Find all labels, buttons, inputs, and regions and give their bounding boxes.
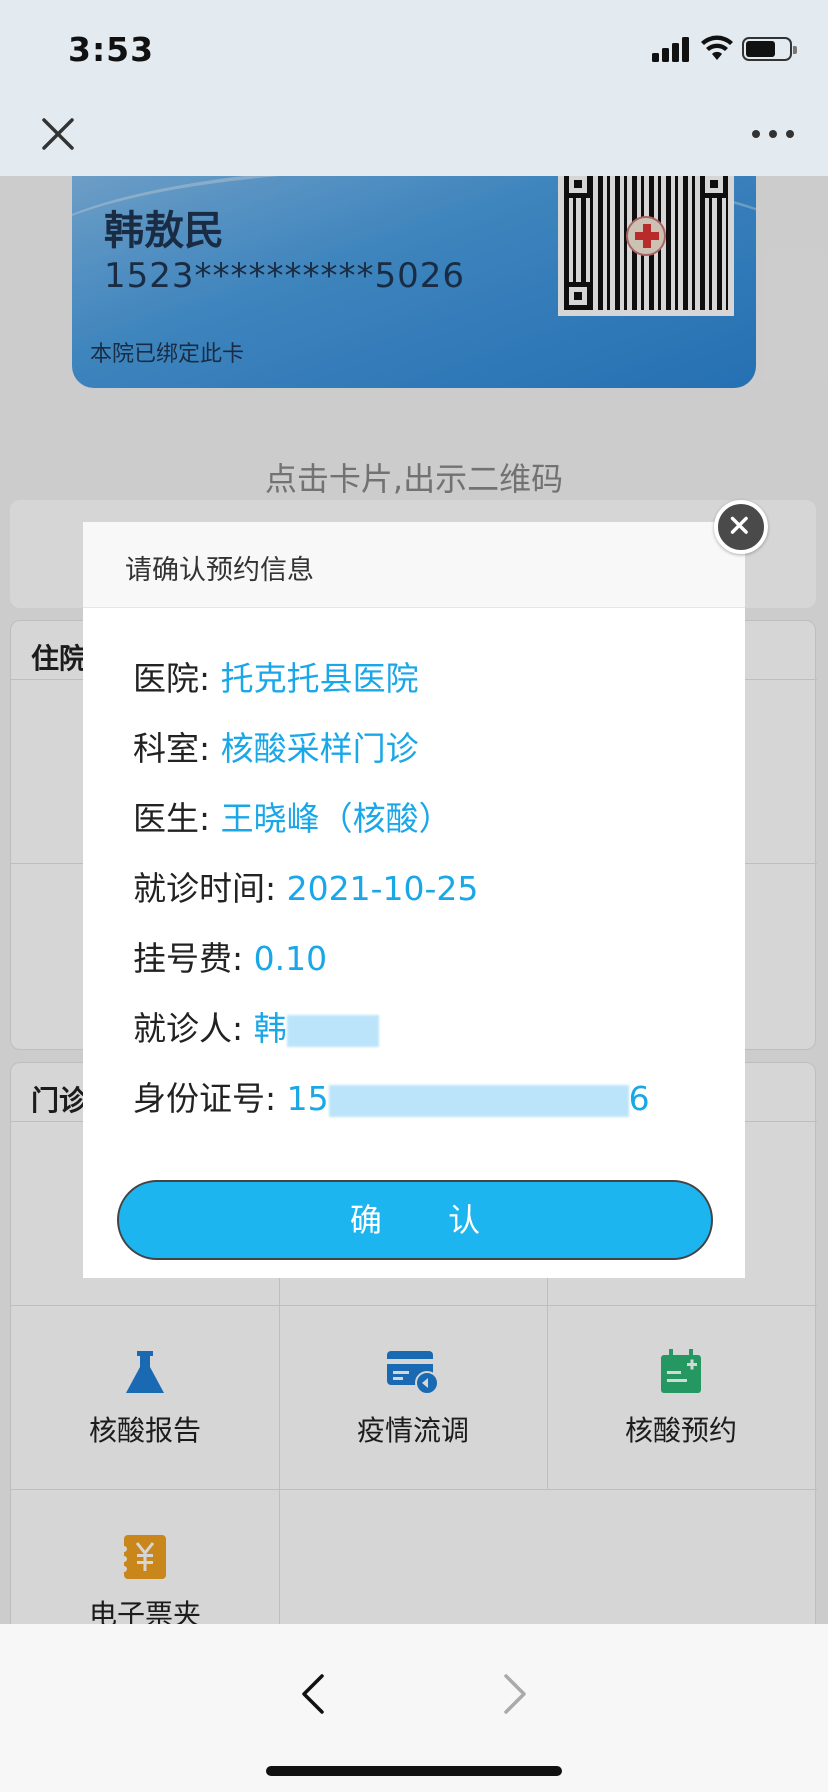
dialog-close-icon[interactable] — [714, 500, 768, 554]
info-value: 王晓峰（核酸） — [220, 799, 452, 838]
appointment-confirm-dialog: 请确认预约信息 医院: 托克托县医院 科室: 核酸采样门诊 医生: 王晓峰（核酸… — [83, 522, 745, 1278]
info-label: 就诊时间: — [133, 869, 287, 908]
close-icon[interactable] — [34, 110, 82, 158]
browser-bottom-bar — [0, 1624, 828, 1792]
back-arrow-icon[interactable] — [296, 1672, 332, 1716]
dialog-header: 请确认预约信息 — [83, 522, 745, 608]
redaction-blur — [286, 1014, 379, 1047]
home-indicator — [266, 1766, 562, 1776]
info-row-department: 科室: 核酸采样门诊 — [133, 722, 419, 770]
info-label: 挂号费: — [133, 939, 254, 978]
info-value: 0.10 — [253, 939, 328, 978]
forward-arrow-icon[interactable] — [496, 1672, 532, 1716]
battery-icon — [742, 37, 797, 61]
info-label: 科室: — [133, 729, 221, 768]
info-label: 身份证号: — [133, 1079, 287, 1118]
status-time: 3:53 — [68, 30, 155, 69]
dialog-title: 请确认预约信息 — [125, 555, 314, 586]
info-row-fee: 挂号费: 0.10 — [133, 932, 327, 980]
info-value: 韩 — [253, 1009, 287, 1048]
info-value: 核酸采样门诊 — [220, 729, 419, 768]
info-row-hospital: 医院: 托克托县医院 — [133, 652, 419, 700]
status-bar: 3:53 — [0, 0, 828, 98]
more-options-icon[interactable] — [748, 120, 798, 148]
info-row-id-number: 身份证号: 15 6 — [133, 1072, 650, 1120]
info-value: 2021-10-25 — [286, 869, 479, 908]
info-label: 医生: — [133, 799, 221, 838]
info-value: 15 — [286, 1079, 329, 1118]
redaction-blur — [328, 1084, 629, 1117]
info-value: 托克托县医院 — [220, 659, 419, 698]
cellular-signal-icon — [652, 36, 692, 62]
info-value-tail: 6 — [628, 1079, 650, 1118]
info-label: 医院: — [133, 659, 221, 698]
confirm-button[interactable]: 确 认 — [117, 1180, 713, 1260]
info-label: 就诊人: — [133, 1009, 254, 1048]
info-row-patient: 就诊人: 韩 — [133, 1002, 379, 1050]
wifi-icon — [701, 35, 733, 60]
info-row-visit-time: 就诊时间: 2021-10-25 — [133, 862, 478, 910]
info-row-doctor: 医生: 王晓峰（核酸） — [133, 792, 452, 840]
nav-bar — [0, 98, 828, 176]
